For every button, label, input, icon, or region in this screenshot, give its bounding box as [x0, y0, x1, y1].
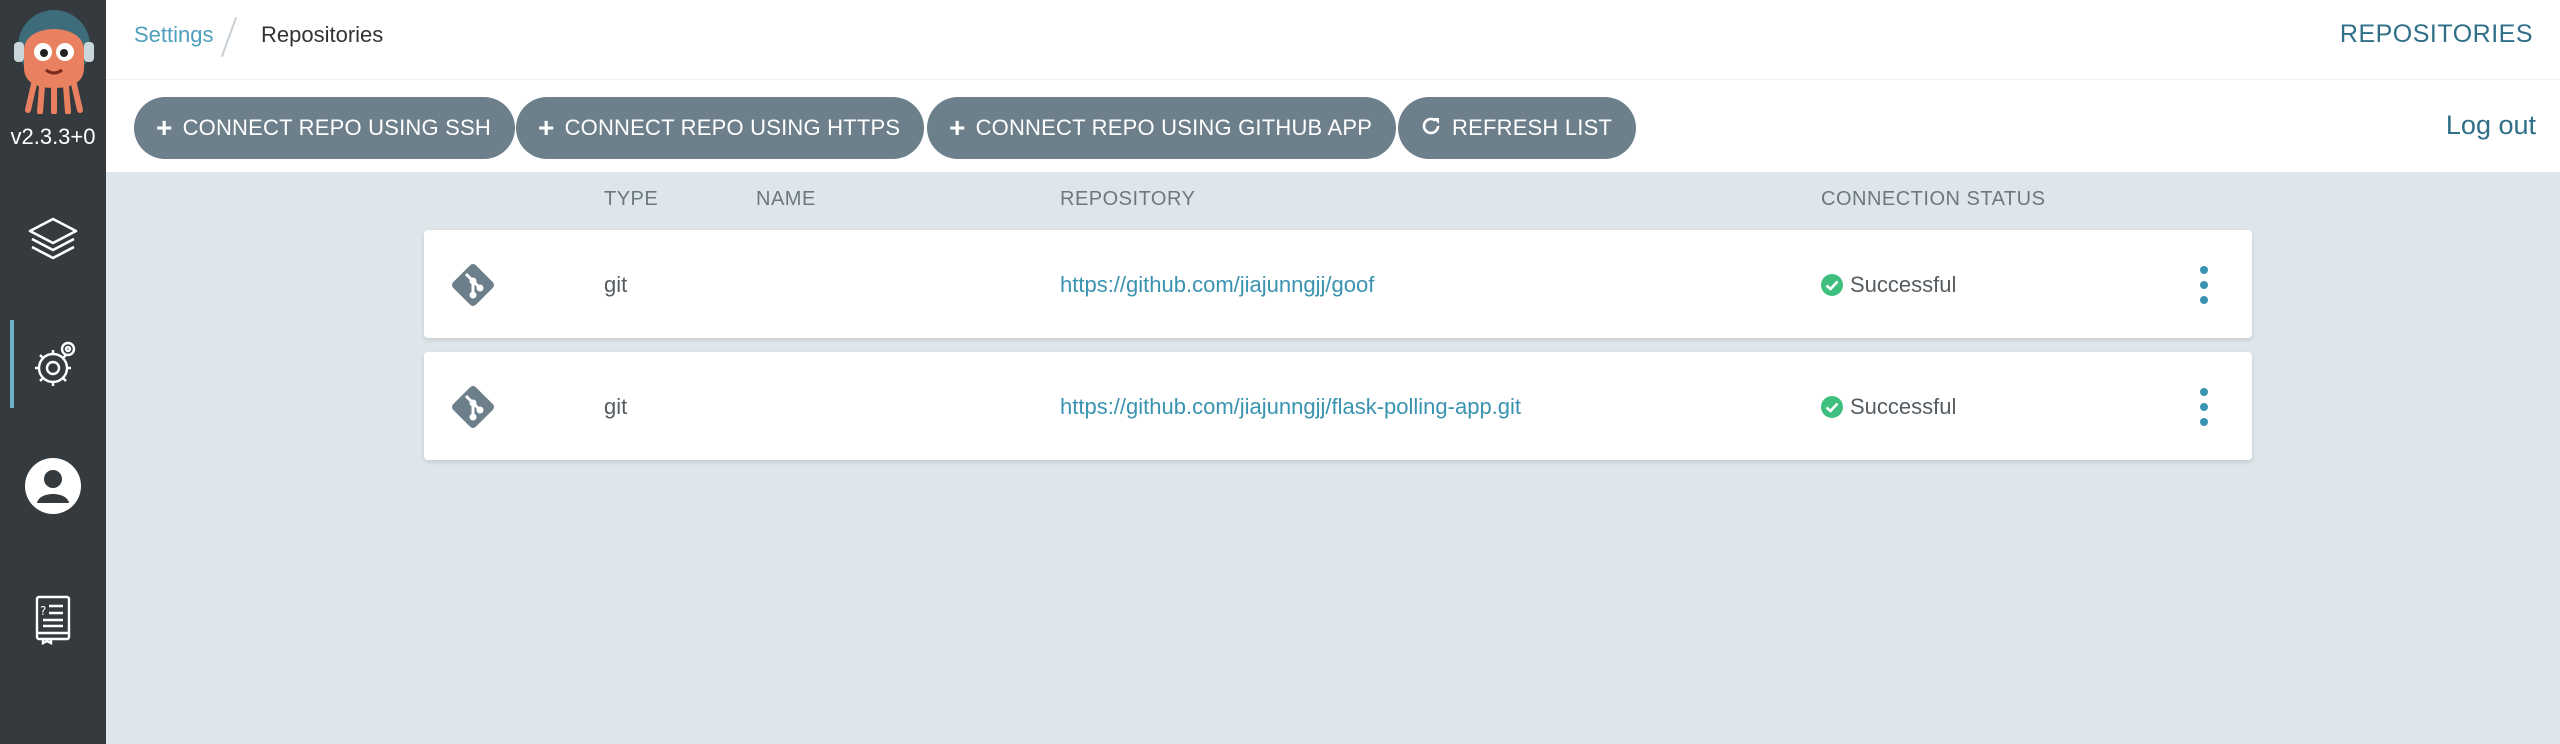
- plus-icon: +: [156, 112, 173, 143]
- refresh-list-label: REFRESH LIST: [1452, 115, 1613, 140]
- sidebar: v2.3.3+0 ?: [0, 0, 106, 744]
- svg-text:?: ?: [40, 604, 46, 618]
- top-bar: Settings Repositories REPOSITORIES: [106, 0, 2560, 80]
- connect-ssh-button[interactable]: + CONNECT REPO USING SSH: [134, 97, 515, 159]
- connect-github-app-label: CONNECT REPO USING GITHUB APP: [975, 115, 1373, 140]
- table-row[interactable]: git https://github.com/jiajunngjj/flask-…: [424, 352, 2252, 460]
- user-icon: [25, 458, 81, 514]
- refresh-list-button[interactable]: REFRESH LIST: [1398, 97, 1637, 159]
- argo-logo-icon[interactable]: [12, 6, 96, 114]
- repo-type: git: [604, 394, 628, 419]
- breadcrumb-current: Repositories: [261, 22, 384, 47]
- git-icon: [452, 386, 494, 428]
- connect-github-app-button[interactable]: + CONNECT REPO USING GITHUB APP: [927, 97, 1397, 159]
- connection-status: Successful: [1850, 394, 1957, 419]
- git-icon: [452, 264, 494, 306]
- refresh-icon: [1420, 114, 1442, 142]
- nav-user-info[interactable]: [0, 438, 106, 534]
- connection-status: Successful: [1850, 272, 1957, 297]
- repo-type: git: [604, 272, 628, 297]
- nav-applications[interactable]: [0, 192, 106, 288]
- more-vertical-icon[interactable]: [2194, 264, 2214, 306]
- repo-url-link[interactable]: https://github.com/jiajunngjj/flask-poll…: [1060, 394, 1521, 420]
- repo-url-link[interactable]: https://github.com/jiajunngjj/goof: [1060, 272, 1374, 298]
- gear-icon: [35, 341, 76, 386]
- column-header-name: NAME: [756, 188, 816, 210]
- toolbar: + CONNECT REPO USING SSH + CONNECT REPO …: [106, 80, 2560, 172]
- nav-documentation[interactable]: ?: [0, 570, 106, 666]
- connect-ssh-label: CONNECT REPO USING SSH: [182, 115, 491, 140]
- layers-icon: [28, 217, 78, 260]
- page-title: REPOSITORIES: [2339, 20, 2533, 48]
- plus-icon: +: [949, 112, 966, 143]
- breadcrumb-settings-link[interactable]: Settings: [134, 22, 214, 48]
- table-row[interactable]: git https://github.com/jiajunngjj/goof S…: [424, 230, 2252, 338]
- connect-https-label: CONNECT REPO USING HTTPS: [564, 115, 901, 140]
- plus-icon: +: [538, 112, 555, 143]
- more-vertical-icon[interactable]: [2194, 386, 2214, 428]
- logout-link[interactable]: Log out: [2446, 110, 2536, 141]
- version-label: v2.3.3+0: [10, 124, 96, 149]
- column-header-repository: REPOSITORY: [1060, 188, 1196, 210]
- breadcrumb-separator: [220, 16, 238, 58]
- connect-https-button[interactable]: + CONNECT REPO USING HTTPS: [516, 97, 925, 159]
- column-header-type: TYPE: [604, 188, 659, 210]
- check-circle-icon: [1821, 274, 1843, 296]
- column-header-connection-status: CONNECTION STATUS: [1821, 188, 2046, 210]
- check-circle-icon: [1821, 396, 1843, 418]
- docs-icon: ?: [35, 595, 71, 645]
- nav-settings[interactable]: [0, 316, 106, 412]
